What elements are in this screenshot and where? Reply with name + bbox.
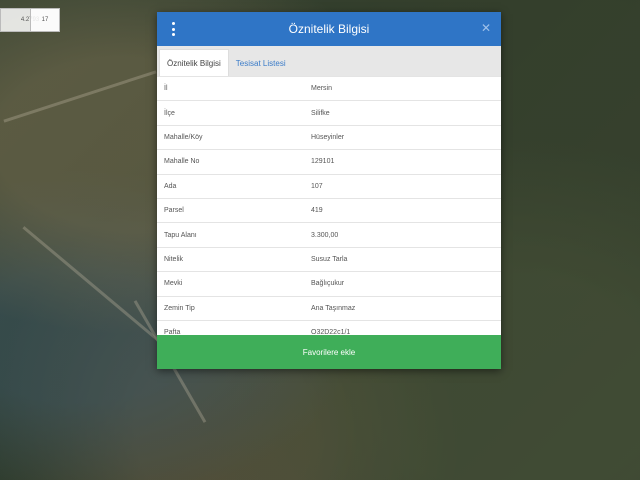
row-value: 419 <box>311 207 323 215</box>
add-to-favorites-button[interactable]: Favorilere ekle <box>157 335 501 369</box>
row-key: Mahalle/Köy <box>164 133 203 141</box>
row-key: Parsel <box>164 207 184 215</box>
dialog-title: Öznitelik Bilgisi <box>288 22 370 36</box>
row-key: Tapu Alanı <box>164 231 197 239</box>
row-key: Zemin Tip <box>164 304 195 312</box>
table-row: Mevki Bağlıçukur <box>157 271 501 295</box>
row-key: İlçe <box>164 109 175 117</box>
row-value: Hüseyinler <box>311 133 345 141</box>
row-value: Silifke <box>311 109 330 117</box>
row-value: 107 <box>311 182 323 190</box>
row-value: Susuz Tarla <box>311 255 348 263</box>
attribute-info-dialog: Öznitelik Bilgisi ✕ Öznitelik Bilgisi Te… <box>157 12 501 369</box>
row-key: İl <box>164 85 168 93</box>
row-value: Ana Taşınmaz <box>311 304 356 312</box>
row-key: Mevki <box>164 280 183 288</box>
table-row: İl Mersin <box>157 76 501 100</box>
row-key: Ada <box>164 182 177 190</box>
dialog-header: Öznitelik Bilgisi ✕ <box>157 12 501 46</box>
row-value: Mersin <box>311 85 333 93</box>
table-row: Ada 107 <box>157 173 501 198</box>
tab-attribute-info[interactable]: Öznitelik Bilgisi <box>159 49 229 76</box>
dialog-tabs: Öznitelik Bilgisi Tesisat Listesi <box>157 46 501 76</box>
table-row: Mahalle/Köy Hüseyinler <box>157 124 501 149</box>
table-row: Tapu Alanı 3.300,00 <box>157 222 501 246</box>
table-row: Nitelik Susuz Tarla <box>157 246 501 271</box>
menu-icon[interactable] <box>169 22 177 36</box>
table-row: Zemin Tip Ana Taşınmaz <box>157 295 501 320</box>
row-value: 129101 <box>311 158 335 166</box>
table-row: İlçe Silifke <box>157 100 501 124</box>
close-icon[interactable]: ✕ <box>481 21 491 35</box>
table-row: Parsel 419 <box>157 197 501 222</box>
table-row: Mahalle No 129101 <box>157 149 501 173</box>
attribute-table: İl Mersin İlçe Silifke Mahalle/Köy Hüseyinl… <box>157 76 501 344</box>
row-value: Bağlıçukur <box>311 280 345 288</box>
row-key: Mahalle No <box>164 158 200 166</box>
row-value: 3.300,00 <box>311 231 339 239</box>
tab-installation-list[interactable]: Tesisat Listesi <box>229 50 293 76</box>
row-key: Nitelik <box>164 255 184 263</box>
map-zoom-readout: 17 <box>30 8 60 32</box>
